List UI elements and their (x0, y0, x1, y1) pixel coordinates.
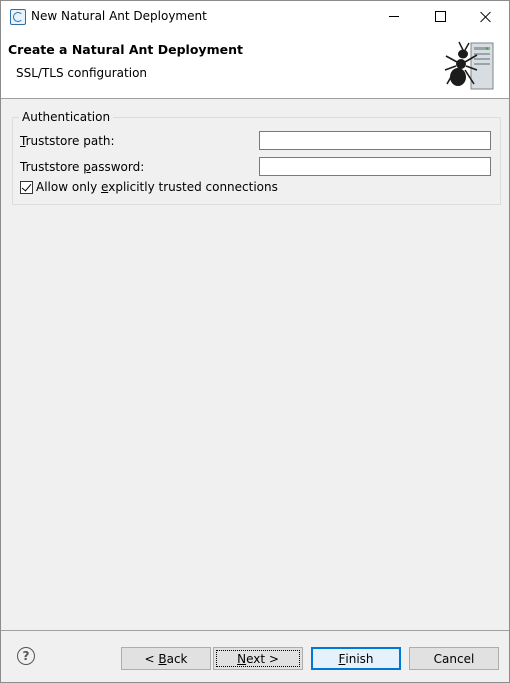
wizard-dialog: New Natural Ant Deployment Create a Natu… (0, 0, 510, 683)
wizard-content: Authentication Truststore path: Truststo… (1, 99, 509, 629)
maximize-icon (434, 11, 446, 22)
truststore-password-label: Truststore password: (20, 160, 145, 174)
allow-trusted-connections-label: Allow only explicitly trusted connection… (36, 180, 278, 194)
allow-trusted-connections-checkbox[interactable] (20, 180, 33, 194)
window-title: New Natural Ant Deployment (31, 9, 207, 23)
finish-button[interactable]: Finish (311, 647, 401, 670)
truststore-path-input[interactable] (259, 131, 491, 150)
authentication-legend: Authentication (19, 110, 114, 124)
app-icon (10, 9, 26, 25)
back-button[interactable]: < Back (121, 647, 211, 670)
footer-separator (1, 630, 509, 631)
minimize-button[interactable] (371, 1, 417, 32)
close-icon (480, 11, 492, 23)
minimize-icon (389, 16, 399, 17)
truststore-password-input[interactable] (259, 157, 491, 176)
page-title: Create a Natural Ant Deployment (8, 42, 243, 57)
help-icon[interactable]: ? (17, 647, 35, 665)
close-button[interactable] (463, 1, 509, 32)
page-subtitle: SSL/TLS configuration (16, 66, 148, 80)
title-bar[interactable]: New Natural Ant Deployment (1, 1, 509, 32)
wizard-header: Create a Natural Ant Deployment SSL/TLS … (1, 32, 509, 99)
next-button[interactable]: Next > (213, 647, 303, 670)
cancel-button[interactable]: Cancel (409, 647, 499, 670)
authentication-group: Authentication Truststore path: Truststo… (12, 110, 501, 205)
allow-trusted-connections-option[interactable]: Allow only explicitly trusted connection… (20, 180, 278, 194)
maximize-button[interactable] (417, 1, 463, 32)
ant-server-icon (444, 41, 494, 90)
truststore-path-label: Truststore path: (20, 134, 115, 148)
